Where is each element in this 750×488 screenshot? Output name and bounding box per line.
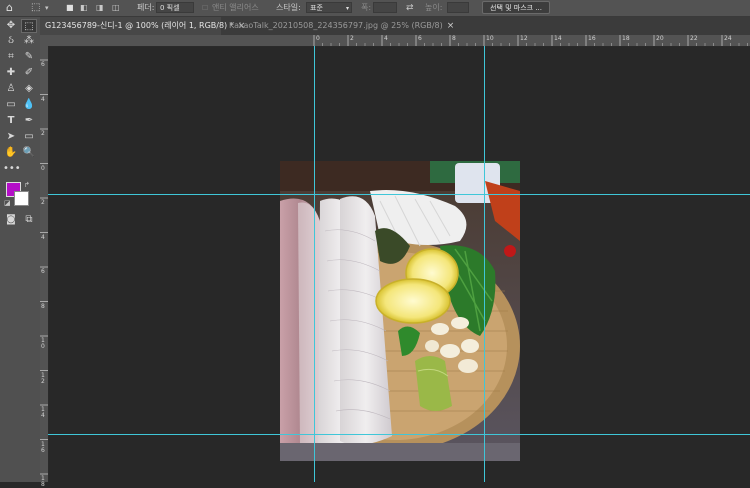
quick-mask-icon[interactable]: ◙ — [3, 213, 19, 227]
ruler-top-label: 24 — [724, 35, 732, 42]
ruler-top-label: 18 — [622, 35, 630, 42]
rectangle-tool-icon[interactable]: ▭ — [21, 130, 37, 144]
healing-brush-tool-icon[interactable]: ✚ — [3, 66, 19, 80]
feather-input[interactable]: 0 픽셀 — [156, 2, 194, 13]
ruler-top-label: 20 — [656, 35, 664, 42]
rectangular-marquee-tool-icon[interactable]: ⬚ — [21, 19, 37, 33]
width-label: 폭: — [361, 3, 372, 12]
crop-tool-icon[interactable]: ⌗ — [3, 50, 19, 64]
document-tabbar: G123456789-신디-1 @ 100% (레이어 1, RGB/8) * ×… — [40, 17, 750, 35]
chevron-down-icon[interactable]: ▾ — [45, 0, 49, 16]
brush-tool-icon[interactable]: ✐ — [21, 66, 37, 80]
ruler-top[interactable]: 0 2 4 6 8 10 12 14 16 18 20 22 24 — [48, 35, 750, 47]
tab-label: KakaoTalk_20210508_224356797.jpg @ 25% (… — [229, 21, 443, 30]
home-icon[interactable]: ⌂ — [6, 0, 13, 16]
style-label: 스타일: — [276, 3, 301, 12]
blur-tool-icon[interactable]: 💧 — [21, 98, 37, 112]
magic-wand-tool-icon[interactable]: ⁂ — [21, 34, 37, 48]
ruler-left-label: 1 6 — [41, 440, 45, 454]
close-icon[interactable]: × — [447, 17, 455, 35]
ruler-left[interactable]: 6 4 2 0 2 4 6 8 1 0 1 2 1 4 1 6 1 8 — [40, 46, 49, 488]
options-bar: ⌂ ⬚ ▾ ■ ◧ ◨ ◫ 페더: 0 픽셀 ☐ 앤티 앨리어스 스타일: 표준… — [0, 0, 750, 17]
zoom-tool-icon[interactable]: 🔍 — [21, 146, 37, 160]
ruler-top-label: 6 — [418, 35, 422, 42]
antialias-label: 앤티 앨리어스 — [212, 3, 259, 12]
lasso-tool-icon[interactable]: ઠ — [3, 34, 19, 48]
ruler-left-label: 1 8 — [41, 475, 45, 488]
vertical-guide-1[interactable] — [314, 46, 315, 482]
ruler-top-ticks — [313, 35, 748, 46]
style-value: 표준 — [310, 4, 323, 12]
ruler-top-label: 8 — [452, 35, 456, 42]
ruler-top-label: 22 — [690, 35, 698, 42]
ruler-left-label: 8 — [41, 302, 45, 310]
ruler-left-label: 0 — [41, 164, 45, 172]
move-tool-icon[interactable]: ✥ — [3, 19, 19, 33]
tools-panel: ✥ ⬚ ઠ ⁂ ⌗ ✎ ✚ ✐ ♙ ◈ ▭ 💧 T ✒ ➤ ▭ ✋ 🔍 ••• … — [0, 17, 41, 482]
ruler-left-label: 2 — [41, 199, 45, 206]
pen-tool-icon[interactable]: ✒ — [21, 114, 37, 128]
tab-active-document[interactable]: G123456789-신디-1 @ 100% (레이어 1, RGB/8) * × — [40, 17, 245, 35]
vertical-guide-2[interactable] — [484, 46, 485, 482]
ruler-top-label: 16 — [588, 35, 596, 42]
screen-mode-icon[interactable]: ⧉ — [21, 213, 37, 227]
add-selection-icon[interactable]: ◧ — [80, 0, 88, 16]
ruler-left-label: 1 4 — [41, 406, 45, 419]
height-label: 높이: — [425, 3, 443, 12]
clone-stamp-tool-icon[interactable]: ♙ — [3, 82, 19, 96]
width-input[interactable] — [373, 2, 397, 13]
ruler-top-label: 4 — [384, 35, 388, 42]
ruler-top-label: 0 — [316, 35, 320, 42]
eraser-tool-icon[interactable]: ◈ — [21, 82, 37, 96]
ruler-top-label: 2 — [350, 35, 354, 42]
ruler-top-label: 10 — [486, 35, 494, 42]
antialias-checkbox[interactable]: ☐ — [202, 0, 208, 16]
more-tools-icon[interactable]: ••• — [3, 162, 21, 176]
feather-label: 페더: — [137, 3, 155, 12]
ruler-left-label: 6 — [41, 61, 45, 68]
default-colors-icon[interactable]: ◪ — [4, 199, 11, 207]
ruler-left-label: 6 — [41, 268, 45, 275]
subtract-selection-icon[interactable]: ◨ — [96, 0, 104, 16]
style-select[interactable]: 표준 ▾ — [306, 2, 352, 13]
ruler-top-label: 12 — [520, 35, 528, 42]
type-tool-icon[interactable]: T — [3, 114, 19, 128]
ruler-corner — [40, 35, 48, 46]
chevron-down-icon: ▾ — [345, 5, 349, 12]
tab-kakaotalk-image[interactable]: KakaoTalk_20210508_224356797.jpg @ 25% (… — [224, 17, 454, 35]
horizontal-guide-1[interactable] — [48, 194, 750, 195]
tab-label: G123456789-신디-1 @ 100% (레이어 1, RGB/8) * — [45, 21, 234, 30]
ruler-left-label: 1 0 — [41, 337, 45, 350]
hand-tool-icon[interactable]: ✋ — [3, 146, 19, 160]
horizontal-guide-2[interactable] — [48, 434, 750, 435]
swap-icon[interactable]: ⇄ — [406, 0, 414, 16]
background-color-swatch[interactable] — [14, 191, 29, 206]
swap-colors-icon[interactable]: ↱ — [24, 181, 30, 189]
marquee-tool-preset-icon[interactable]: ⬚ — [31, 0, 40, 16]
ruler-left-label: 4 — [41, 95, 45, 103]
select-and-mask-button[interactable]: 선택 및 마스크 ... — [482, 1, 550, 14]
eyedropper-tool-icon[interactable]: ✎ — [21, 50, 37, 64]
ruler-left-label: 2 — [41, 130, 45, 137]
gradient-tool-icon[interactable]: ▭ — [3, 98, 19, 112]
intersect-selection-icon[interactable]: ◫ — [112, 0, 120, 16]
new-selection-icon[interactable]: ■ — [66, 0, 74, 16]
height-input[interactable] — [447, 2, 469, 13]
ruler-left-label: 1 2 — [41, 371, 45, 385]
path-selection-tool-icon[interactable]: ➤ — [3, 130, 19, 144]
ruler-top-label: 14 — [554, 35, 562, 42]
ruler-left-label: 4 — [41, 233, 45, 241]
